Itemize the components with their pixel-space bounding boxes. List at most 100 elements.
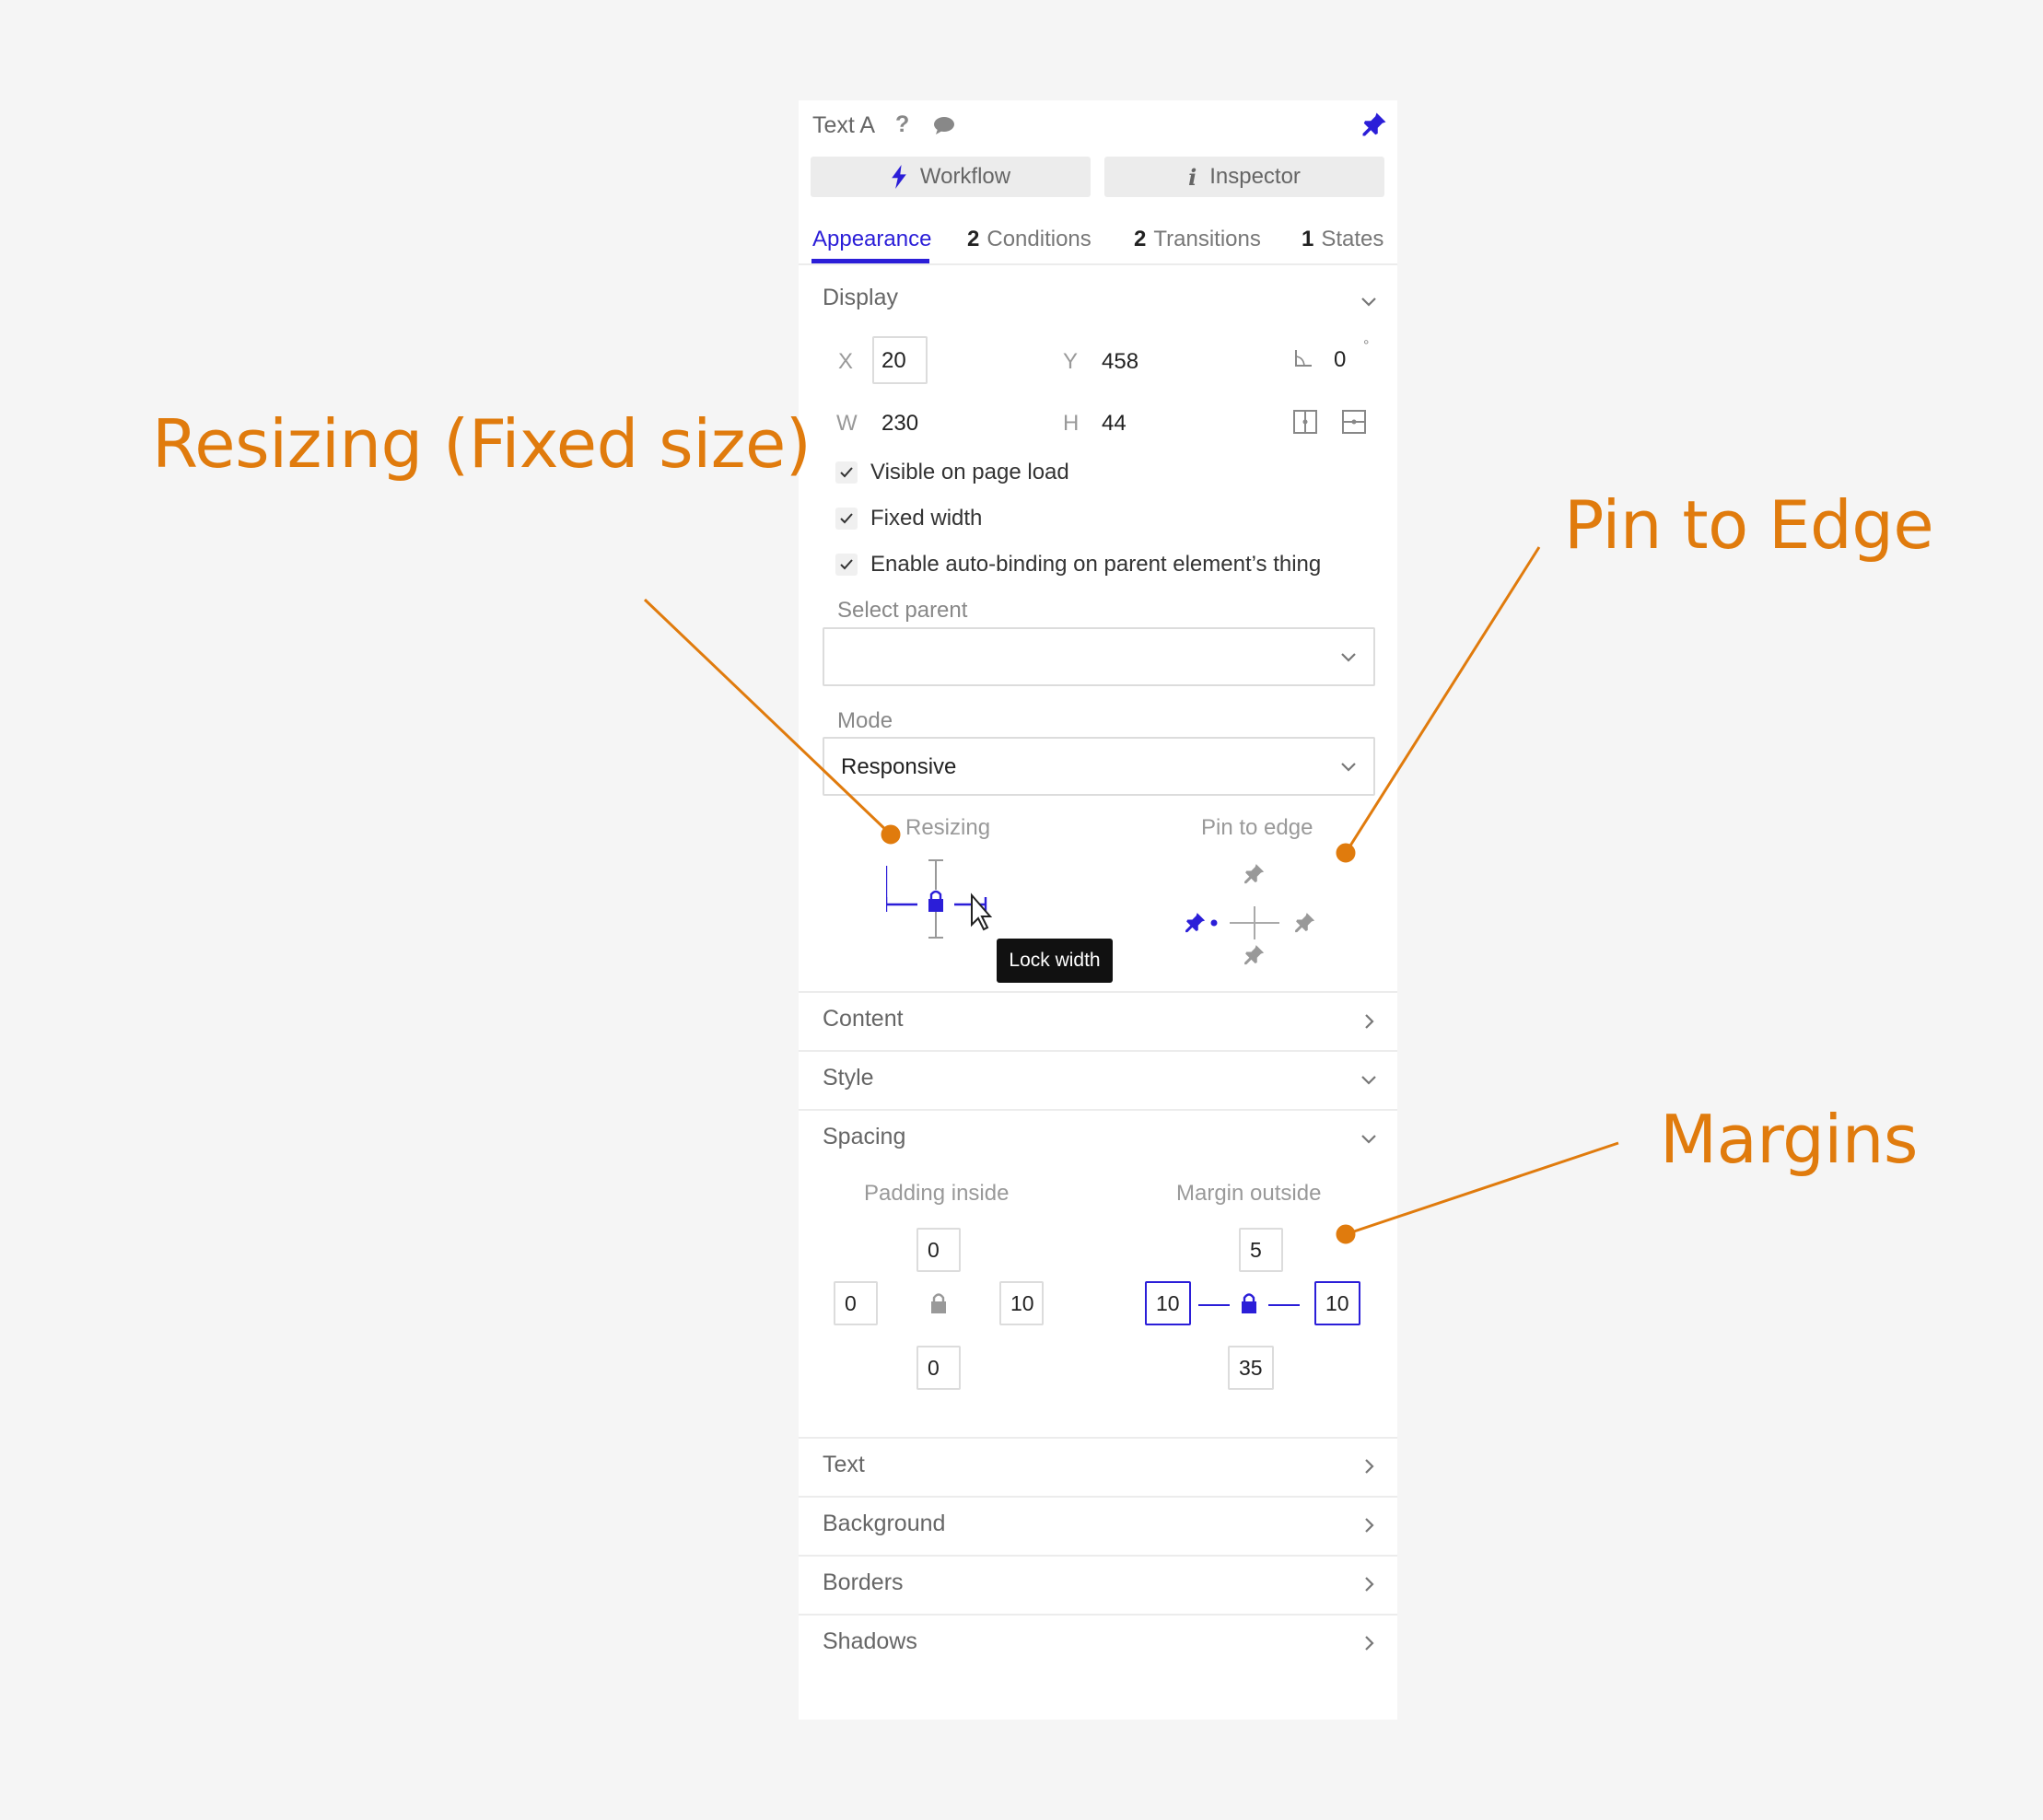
divider bbox=[799, 1050, 1397, 1052]
workflow-button[interactable]: Workflow bbox=[811, 157, 1091, 197]
section-borders-title[interactable]: Borders bbox=[823, 1569, 904, 1596]
h-label: H bbox=[1063, 411, 1080, 436]
margin-outside-label: Margin outside bbox=[1176, 1181, 1322, 1206]
margin-lock-link[interactable] bbox=[1198, 1292, 1300, 1314]
section-text-title[interactable]: Text bbox=[823, 1452, 865, 1478]
select-parent-label: Select parent bbox=[837, 598, 968, 623]
y-label: Y bbox=[1063, 349, 1079, 374]
check-icon bbox=[840, 513, 853, 524]
auto-binding-row[interactable]: Enable auto-binding on parent element’s … bbox=[835, 552, 1321, 578]
annotation-resizing: Resizing (Fixed size) bbox=[152, 405, 811, 483]
y-field[interactable]: 458 bbox=[1102, 349, 1138, 375]
element-title: Text A bbox=[812, 112, 876, 138]
mode-label: Mode bbox=[837, 708, 893, 733]
conditions-count: 2 bbox=[967, 227, 980, 251]
tab-states[interactable]: 1 States bbox=[1302, 227, 1383, 252]
divider bbox=[799, 1496, 1397, 1498]
fixed-width-row[interactable]: Fixed width bbox=[835, 506, 982, 531]
mode-value: Responsive bbox=[841, 754, 957, 779]
fixed-width-checkbox[interactable] bbox=[835, 508, 858, 530]
check-icon bbox=[840, 467, 853, 478]
mode-dropdown[interactable]: Responsive bbox=[823, 737, 1375, 796]
padding-top-field[interactable]: 0 bbox=[916, 1228, 961, 1272]
chevron-right-icon[interactable] bbox=[1357, 1513, 1381, 1537]
margin-lock-icon bbox=[1242, 1293, 1256, 1313]
divider bbox=[799, 1614, 1397, 1616]
pin-left-icon bbox=[1185, 913, 1206, 933]
margin-top-field[interactable]: 5 bbox=[1239, 1228, 1283, 1272]
pin-right-icon bbox=[1295, 913, 1315, 933]
fit-width-icon[interactable] bbox=[1341, 409, 1367, 435]
cursor-icon bbox=[971, 892, 993, 931]
states-count: 1 bbox=[1302, 227, 1314, 251]
margin-bottom-field[interactable]: 35 bbox=[1228, 1346, 1274, 1390]
fixed-width-label: Fixed width bbox=[870, 506, 983, 531]
comment-icon[interactable] bbox=[932, 116, 956, 136]
degree-symbol: ° bbox=[1363, 338, 1370, 354]
chevron-right-icon[interactable] bbox=[1357, 1009, 1381, 1033]
inspector-button[interactable]: i Inspector bbox=[1104, 157, 1384, 197]
resizing-label: Resizing bbox=[905, 815, 991, 840]
tab-appearance[interactable]: Appearance bbox=[812, 227, 931, 252]
info-icon: i bbox=[1188, 163, 1197, 191]
section-shadows-title[interactable]: Shadows bbox=[823, 1628, 917, 1655]
divider bbox=[799, 1109, 1397, 1111]
chevron-down-icon bbox=[1341, 763, 1356, 772]
x-label: X bbox=[838, 349, 854, 374]
tabs-divider bbox=[799, 263, 1397, 265]
padding-left-field[interactable]: 0 bbox=[834, 1281, 878, 1325]
pin-icon[interactable] bbox=[1360, 111, 1388, 138]
chevron-down-icon[interactable] bbox=[1357, 1068, 1381, 1091]
margin-right-field[interactable]: 10 bbox=[1314, 1281, 1360, 1325]
section-spacing-title[interactable]: Spacing bbox=[823, 1124, 905, 1150]
chevron-down-icon bbox=[1341, 653, 1356, 662]
tab-conditions[interactable]: 2 Conditions bbox=[967, 227, 1092, 252]
chevron-right-icon[interactable] bbox=[1357, 1454, 1381, 1478]
states-label: States bbox=[1321, 227, 1384, 251]
padding-inside-label: Padding inside bbox=[864, 1181, 1010, 1206]
workflow-button-label: Workflow bbox=[919, 164, 1011, 189]
property-editor-panel: Text A ? Workflow i Inspector Appearance… bbox=[799, 100, 1397, 1720]
rotation-icon bbox=[1295, 350, 1312, 367]
h-field[interactable]: 44 bbox=[1102, 411, 1127, 437]
divider bbox=[799, 1437, 1397, 1439]
chevron-down-icon[interactable] bbox=[1357, 289, 1381, 313]
question-icon[interactable]: ? bbox=[895, 111, 909, 138]
chevron-down-icon[interactable] bbox=[1357, 1126, 1381, 1150]
chevron-right-icon[interactable] bbox=[1357, 1572, 1381, 1596]
transitions-label: Transitions bbox=[1153, 227, 1261, 251]
pin-to-edge-widget[interactable] bbox=[1176, 851, 1324, 980]
fit-height-icon[interactable] bbox=[1292, 409, 1318, 435]
resizing-widget[interactable] bbox=[886, 858, 997, 969]
pin-top-icon bbox=[1244, 864, 1265, 884]
check-icon bbox=[840, 559, 853, 570]
annotation-pin-to-edge: Pin to Edge bbox=[1564, 486, 1934, 564]
lightning-icon bbox=[892, 165, 906, 189]
auto-binding-checkbox[interactable] bbox=[835, 554, 858, 576]
section-display-title[interactable]: Display bbox=[823, 285, 898, 311]
padding-bottom-field[interactable]: 0 bbox=[916, 1346, 961, 1390]
annotation-margins: Margins bbox=[1660, 1101, 1918, 1178]
section-style-title[interactable]: Style bbox=[823, 1065, 874, 1091]
x-field[interactable]: 20 bbox=[872, 336, 928, 384]
w-label: W bbox=[836, 411, 858, 436]
x-value: 20 bbox=[881, 348, 906, 373]
rotation-field[interactable]: 0 bbox=[1334, 347, 1346, 373]
divider bbox=[799, 1555, 1397, 1557]
section-content-title[interactable]: Content bbox=[823, 1006, 904, 1032]
padding-right-field[interactable]: 10 bbox=[999, 1281, 1044, 1325]
select-parent-dropdown[interactable] bbox=[823, 627, 1375, 686]
visible-on-load-row[interactable]: Visible on page load bbox=[835, 460, 1069, 485]
chevron-right-icon[interactable] bbox=[1357, 1631, 1381, 1655]
visible-on-load-checkbox[interactable] bbox=[835, 461, 858, 484]
lock-icon bbox=[928, 890, 943, 912]
pin-bottom-icon bbox=[1244, 945, 1265, 965]
padding-lock-icon[interactable] bbox=[929, 1292, 948, 1314]
visible-on-load-label: Visible on page load bbox=[870, 460, 1069, 484]
tab-transitions[interactable]: 2 Transitions bbox=[1134, 227, 1261, 252]
divider bbox=[799, 991, 1397, 993]
margin-left-field[interactable]: 10 bbox=[1145, 1281, 1191, 1325]
section-background-title[interactable]: Background bbox=[823, 1511, 945, 1537]
lock-width-tooltip: Lock width bbox=[997, 939, 1113, 983]
w-field[interactable]: 230 bbox=[881, 411, 918, 437]
